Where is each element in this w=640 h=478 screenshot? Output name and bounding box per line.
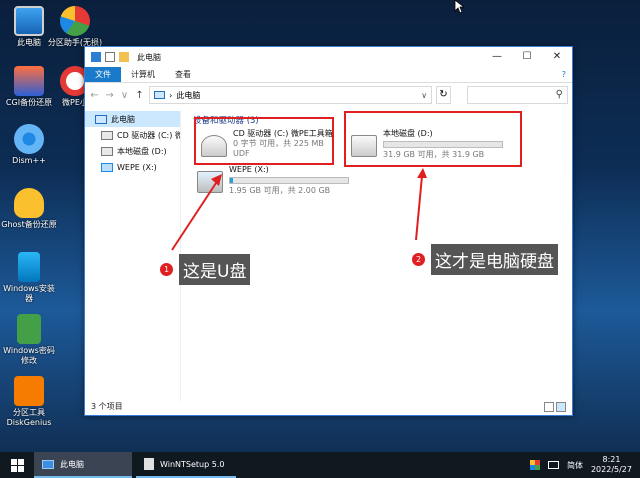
- arrow-to-usb: [171, 179, 219, 251]
- setup-icon: [144, 458, 154, 470]
- start-button[interactable]: [0, 452, 34, 478]
- callout-usb: 1 这是U盘: [160, 254, 251, 285]
- mouse-cursor-icon: [454, 0, 464, 14]
- callout-text: 这才是电脑硬盘: [431, 244, 558, 275]
- taskbar-item-label: WinNTSetup 5.0: [160, 459, 225, 469]
- taskbar: 此电脑 WinNTSetup 5.0 简体 8:21 2022/5/27: [0, 452, 640, 478]
- windows-logo-icon: [10, 458, 24, 472]
- callout-number: 1: [160, 263, 173, 276]
- callout-text: 这是U盘: [179, 254, 251, 285]
- clock[interactable]: 8:21 2022/5/27: [591, 455, 632, 475]
- system-tray: 简体 8:21 2022/5/27: [529, 455, 640, 475]
- callout-hard-disk: 2 这才是电脑硬盘: [412, 244, 558, 275]
- display-icon[interactable]: [547, 461, 559, 469]
- arrowhead-hard-disk: [417, 168, 427, 178]
- callout-number: 2: [412, 253, 425, 266]
- clock-date: 2022/5/27: [590, 465, 632, 474]
- tray-app-icon[interactable]: [529, 460, 540, 470]
- annotation-arrows: [171, 168, 427, 251]
- taskbar-item-this-pc[interactable]: 此电脑: [34, 452, 132, 478]
- computer-icon: [42, 459, 54, 469]
- clock-time: 8:21: [602, 455, 621, 464]
- arrow-to-hard-disk: [415, 175, 423, 241]
- taskbar-item-label: 此电脑: [60, 459, 84, 469]
- arrowhead-usb: [211, 174, 222, 186]
- ime-indicator[interactable]: 简体: [567, 460, 583, 471]
- taskbar-item-winntsetup[interactable]: WinNTSetup 5.0: [136, 452, 236, 478]
